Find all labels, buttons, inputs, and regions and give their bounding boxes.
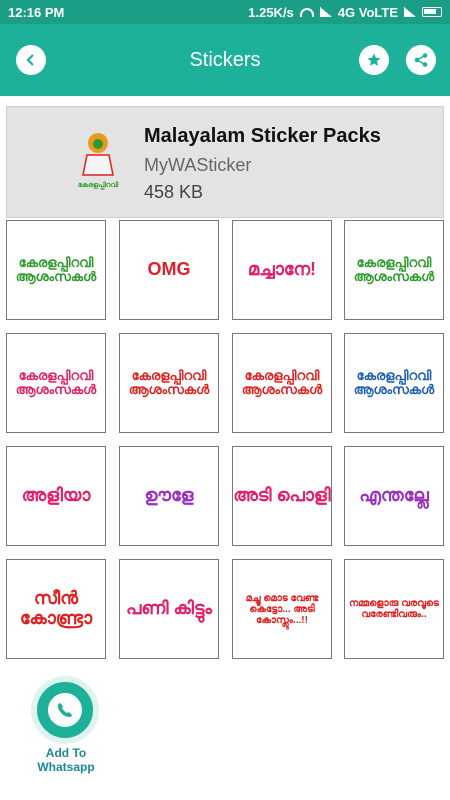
sticker-text: ഊളേ: [144, 485, 194, 506]
sticker-text: മച്ചാനേ!: [247, 259, 317, 280]
battery-icon: [422, 7, 442, 17]
signal-icon-2: [404, 7, 416, 17]
sticker-text: കേരളപ്പിറവി ആശംസകൾ: [128, 367, 210, 397]
network-speed: 1.25K/s: [248, 4, 294, 20]
sticker-cell[interactable]: കേരളപ്പിറവി ആശംസകൾ: [6, 333, 106, 433]
sticker-text: അളിയാ: [21, 485, 91, 506]
favorite-button[interactable]: [359, 45, 389, 75]
status-bar: 12:16 PM 1.25K/s 4G VoLTE: [0, 0, 450, 24]
sticker-cell[interactable]: അളിയാ: [6, 446, 106, 546]
pack-size: 458 KB: [144, 182, 204, 202]
pack-header-card: കേരളപ്പിറവി Malayalam Sticker Packs MyWA…: [6, 106, 444, 218]
sticker-cell[interactable]: ഊളേ: [119, 446, 219, 546]
sticker-text: കേരളപ്പിറവി ആശംസകൾ: [15, 254, 97, 284]
add-to-whatsapp-button[interactable]: [31, 676, 99, 744]
sticker-cell[interactable]: പണി കിട്ടും: [119, 559, 219, 659]
share-icon: [414, 53, 428, 67]
phone-icon: [58, 703, 72, 717]
sticker-cell[interactable]: നമ്മളൊരു വരവൂടെ വരേണ്ടിവരും..: [344, 559, 444, 659]
pack-author: MyWASticker: [144, 155, 252, 175]
network-type: 4G VoLTE: [337, 4, 398, 20]
share-button[interactable]: [406, 45, 436, 75]
sticker-cell[interactable]: കേരളപ്പിറവി ആശംസകൾ: [232, 333, 332, 433]
sticker-text: എന്തല്ലേ: [359, 485, 429, 506]
pack-name: Malayalam Sticker Packs: [144, 125, 381, 147]
sticker-cell[interactable]: മച്ചൂ മൊട വേണ്ട കെട്ടോ... അടി കോസ്ലും...…: [232, 559, 332, 659]
pack-thumb-text: കേരളപ്പിറവി: [77, 182, 119, 189]
sticker-text: അടി പൊളി: [233, 485, 331, 506]
pack-thumbnail: കേരളപ്പിറവി: [73, 129, 123, 193]
sticker-cell[interactable]: അടി പൊളി: [232, 446, 332, 546]
star-icon: [367, 53, 381, 66]
sticker-cell[interactable]: കേരളപ്പിറവി ആശംസകൾ: [119, 333, 219, 433]
sticker-cell[interactable]: OMG: [119, 220, 219, 320]
whatsapp-icon: [45, 690, 85, 730]
sticker-cell[interactable]: കേരളപ്പിറവി ആശംസകൾ: [6, 220, 106, 320]
add-to-whatsapp-label: Add To Whatsapp: [37, 746, 95, 775]
sticker-text: കേരളപ്പിറവി ആശംസകൾ: [353, 367, 435, 397]
sticker-text: കേരളപ്പിറവി ആശംസകൾ: [353, 254, 435, 284]
sticker-cell[interactable]: കേരളപ്പിറവി ആശംസകൾ: [344, 333, 444, 433]
wifi-icon: [299, 7, 314, 17]
sticker-text: OMG: [147, 259, 191, 280]
signal-icon: [319, 7, 332, 17]
sticker-cell[interactable]: എന്തല്ലേ: [344, 446, 444, 546]
sticker-cell[interactable]: മച്ചാനേ!: [232, 220, 332, 320]
app-bar: Stickers: [0, 24, 450, 96]
sticker-text: കേരളപ്പിറവി ആശംസകൾ: [15, 367, 97, 397]
sticker-cell[interactable]: സീൻ കോണ്ട്രാ: [6, 559, 106, 659]
sticker-text: നമ്മളൊരു വരവൂടെ വരേണ്ടിവരും..: [349, 598, 439, 620]
sticker-text: പണി കിട്ടും: [126, 598, 212, 619]
sticker-text: കേരളപ്പിറവി ആശംസകൾ: [241, 367, 323, 397]
sticker-text: സീൻ കോണ്ട്രാ: [19, 588, 93, 628]
sticker-cell[interactable]: കേരളപ്പിറവി ആശംസകൾ: [344, 220, 444, 320]
status-time: 12:16 PM: [8, 4, 65, 20]
sticker-text: മച്ചൂ മൊട വേണ്ട കെട്ടോ... അടി കോസ്ലും...…: [245, 592, 319, 626]
status-right: 1.25K/s 4G VoLTE: [248, 5, 442, 20]
